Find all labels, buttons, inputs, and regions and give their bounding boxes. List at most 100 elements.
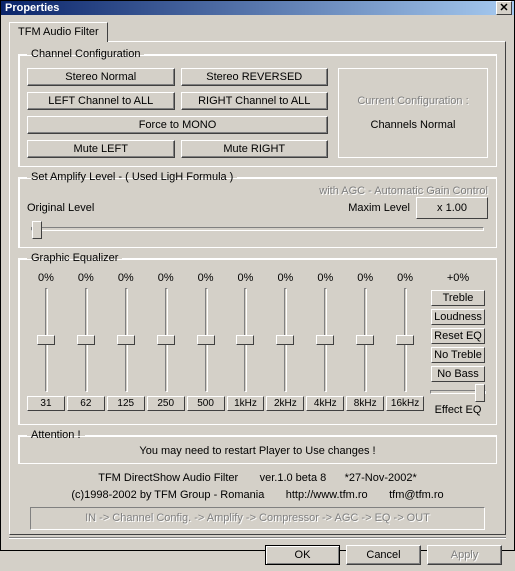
close-button[interactable]: ✕ — [496, 1, 512, 15]
eq-band-thumb[interactable] — [356, 335, 374, 345]
eq-band-value: 0% — [38, 272, 54, 286]
ok-button[interactable]: OK — [265, 545, 340, 565]
eq-band-62: 0% 62 — [67, 272, 105, 416]
channel-buttons: Stereo Normal Stereo REVERSED LEFT Chann… — [27, 68, 328, 158]
email: tfm@tfm.ro — [389, 489, 444, 501]
reset-eq-button[interactable]: Reset EQ — [431, 328, 485, 344]
eq-band-2kHz: 0% 2kHz — [266, 272, 304, 416]
eq-band-slider[interactable] — [235, 288, 255, 392]
eq-band-slider[interactable] — [196, 288, 216, 392]
tab-label: TFM Audio Filter — [18, 26, 99, 38]
eq-band-label: 1kHz — [227, 396, 265, 411]
titlebar[interactable]: Properties ✕ — [1, 1, 514, 15]
left-to-all-button[interactable]: LEFT Channel to ALL — [27, 92, 175, 110]
eq-band-thumb[interactable] — [316, 335, 334, 345]
no-treble-button[interactable]: No Treble — [431, 347, 485, 363]
amplify-group: Set Amplify Level - ( Used LigH Formula … — [18, 171, 497, 248]
dialog-buttons: OK Cancel Apply — [9, 539, 506, 567]
stereo-reversed-button[interactable]: Stereo REVERSED — [181, 68, 329, 86]
effect-eq-thumb[interactable] — [475, 384, 485, 402]
eq-band-label: 250 — [147, 396, 185, 411]
eq-band-thumb[interactable] — [157, 335, 175, 345]
effect-eq-slider[interactable] — [430, 390, 486, 394]
cancel-button[interactable]: Cancel — [346, 545, 421, 565]
eq-band-label: 8kHz — [346, 396, 384, 411]
effect-eq-label: Effect EQ — [430, 404, 486, 416]
eq-band-label: 62 — [67, 396, 105, 411]
eq-band-slider[interactable] — [275, 288, 295, 392]
eq-band-thumb[interactable] — [37, 335, 55, 345]
eq-band-label: 2kHz — [266, 396, 304, 411]
eq-band-slider[interactable] — [315, 288, 335, 392]
eq-band-thumb[interactable] — [197, 335, 215, 345]
product-name: TFM DirectShow Audio Filter — [98, 472, 238, 484]
eq-band-8kHz: 0% 8kHz — [346, 272, 384, 416]
eq-band-value: 0% — [397, 272, 413, 286]
eq-band-250: 0% 250 — [147, 272, 185, 416]
eq-band-thumb[interactable] — [117, 335, 135, 345]
eq-band-label: 125 — [107, 396, 145, 411]
eq-band-value: 0% — [118, 272, 134, 286]
eq-band-thumb[interactable] — [276, 335, 294, 345]
eq-band-label: 500 — [187, 396, 225, 411]
channel-config-group: Channel Configuration Stereo Normal Ster… — [18, 48, 497, 167]
attention-group: Attention ! You may need to restart Play… — [18, 429, 497, 464]
tabstrip: TFM Audio Filter — [9, 21, 506, 41]
eq-group: Graphic Equalizer 0%310%620%1250%2500%50… — [18, 252, 497, 425]
mute-right-button[interactable]: Mute RIGHT — [181, 140, 329, 158]
stereo-normal-button[interactable]: Stereo Normal — [27, 68, 175, 86]
force-mono-button[interactable]: Force to MONO — [27, 116, 328, 134]
current-config-value: Channels Normal — [345, 119, 481, 131]
current-config-label: Current Configuration : — [345, 95, 481, 107]
eq-band-slider[interactable] — [116, 288, 136, 392]
no-bass-button[interactable]: No Bass — [431, 366, 485, 382]
eq-band-slider[interactable] — [355, 288, 375, 392]
right-to-all-button[interactable]: RIGHT Channel to ALL — [181, 92, 329, 110]
eq-band-value: 0% — [238, 272, 254, 286]
attention-text: You may need to restart Player to Use ch… — [27, 443, 488, 457]
attention-legend: Attention ! — [27, 429, 85, 441]
eq-band-value: 0% — [198, 272, 214, 286]
treble-button[interactable]: Treble — [431, 290, 485, 306]
amplify-legend: Set Amplify Level - ( Used LigH Formula … — [27, 171, 237, 183]
amplify-slider-thumb[interactable] — [32, 221, 42, 239]
eq-band-label: 31 — [27, 396, 65, 411]
eq-band-value: 0% — [158, 272, 174, 286]
eq-band-thumb[interactable] — [236, 335, 254, 345]
eq-band-slider[interactable] — [76, 288, 96, 392]
eq-band-value: 0% — [277, 272, 293, 286]
eq-band-value: 0% — [357, 272, 373, 286]
eq-band-500: 0% 500 — [187, 272, 225, 416]
window-title: Properties — [5, 2, 496, 14]
footer-info: TFM DirectShow Audio Filter ver.1.0 beta… — [18, 470, 497, 530]
eq-band-4kHz: 0% 4kHz — [306, 272, 344, 416]
eq-band-label: 16kHz — [386, 396, 424, 411]
agc-label: with AGC - Automatic Gain Control — [27, 185, 488, 197]
amplify-value: x 1.00 — [416, 197, 488, 219]
eq-band-value: 0% — [78, 272, 94, 286]
eq-right-panel: +0% Treble Loudness Reset EQ No Treble N… — [428, 272, 488, 416]
eq-band-label: 4kHz — [306, 396, 344, 411]
eq-band-thumb[interactable] — [396, 335, 414, 345]
signal-chain: IN -> Channel Config. -> Amplify -> Comp… — [30, 507, 485, 530]
eq-band-16kHz: 0% 16kHz — [386, 272, 424, 416]
eq-band-slider[interactable] — [395, 288, 415, 392]
url: http://www.tfm.ro — [286, 489, 368, 501]
copyright: (c)1998-2002 by TFM Group - Romania — [71, 489, 264, 501]
eq-columns: 0% 31 0% 62 0% 125 0% 250 0% 500 0% 1kHz 0% 2kHz 0% 4kH… — [27, 272, 424, 416]
tab-tfm-audio-filter[interactable]: TFM Audio Filter — [9, 22, 108, 42]
eq-band-value: 0% — [317, 272, 333, 286]
mute-left-button[interactable]: Mute LEFT — [27, 140, 175, 158]
maxim-level-label: Maxim Level — [348, 202, 410, 214]
eq-master-value: +0% — [447, 272, 469, 286]
version: ver.1.0 beta 8 — [260, 472, 327, 484]
eq-band-slider[interactable] — [36, 288, 56, 392]
eq-band-125: 0% 125 — [107, 272, 145, 416]
amplify-slider[interactable] — [31, 227, 484, 231]
eq-band-thumb[interactable] — [77, 335, 95, 345]
eq-band-31: 0% 31 — [27, 272, 65, 416]
eq-band-1kHz: 0% 1kHz — [227, 272, 265, 416]
eq-band-slider[interactable] — [156, 288, 176, 392]
apply-button[interactable]: Apply — [427, 545, 502, 565]
loudness-button[interactable]: Loudness — [431, 309, 485, 325]
